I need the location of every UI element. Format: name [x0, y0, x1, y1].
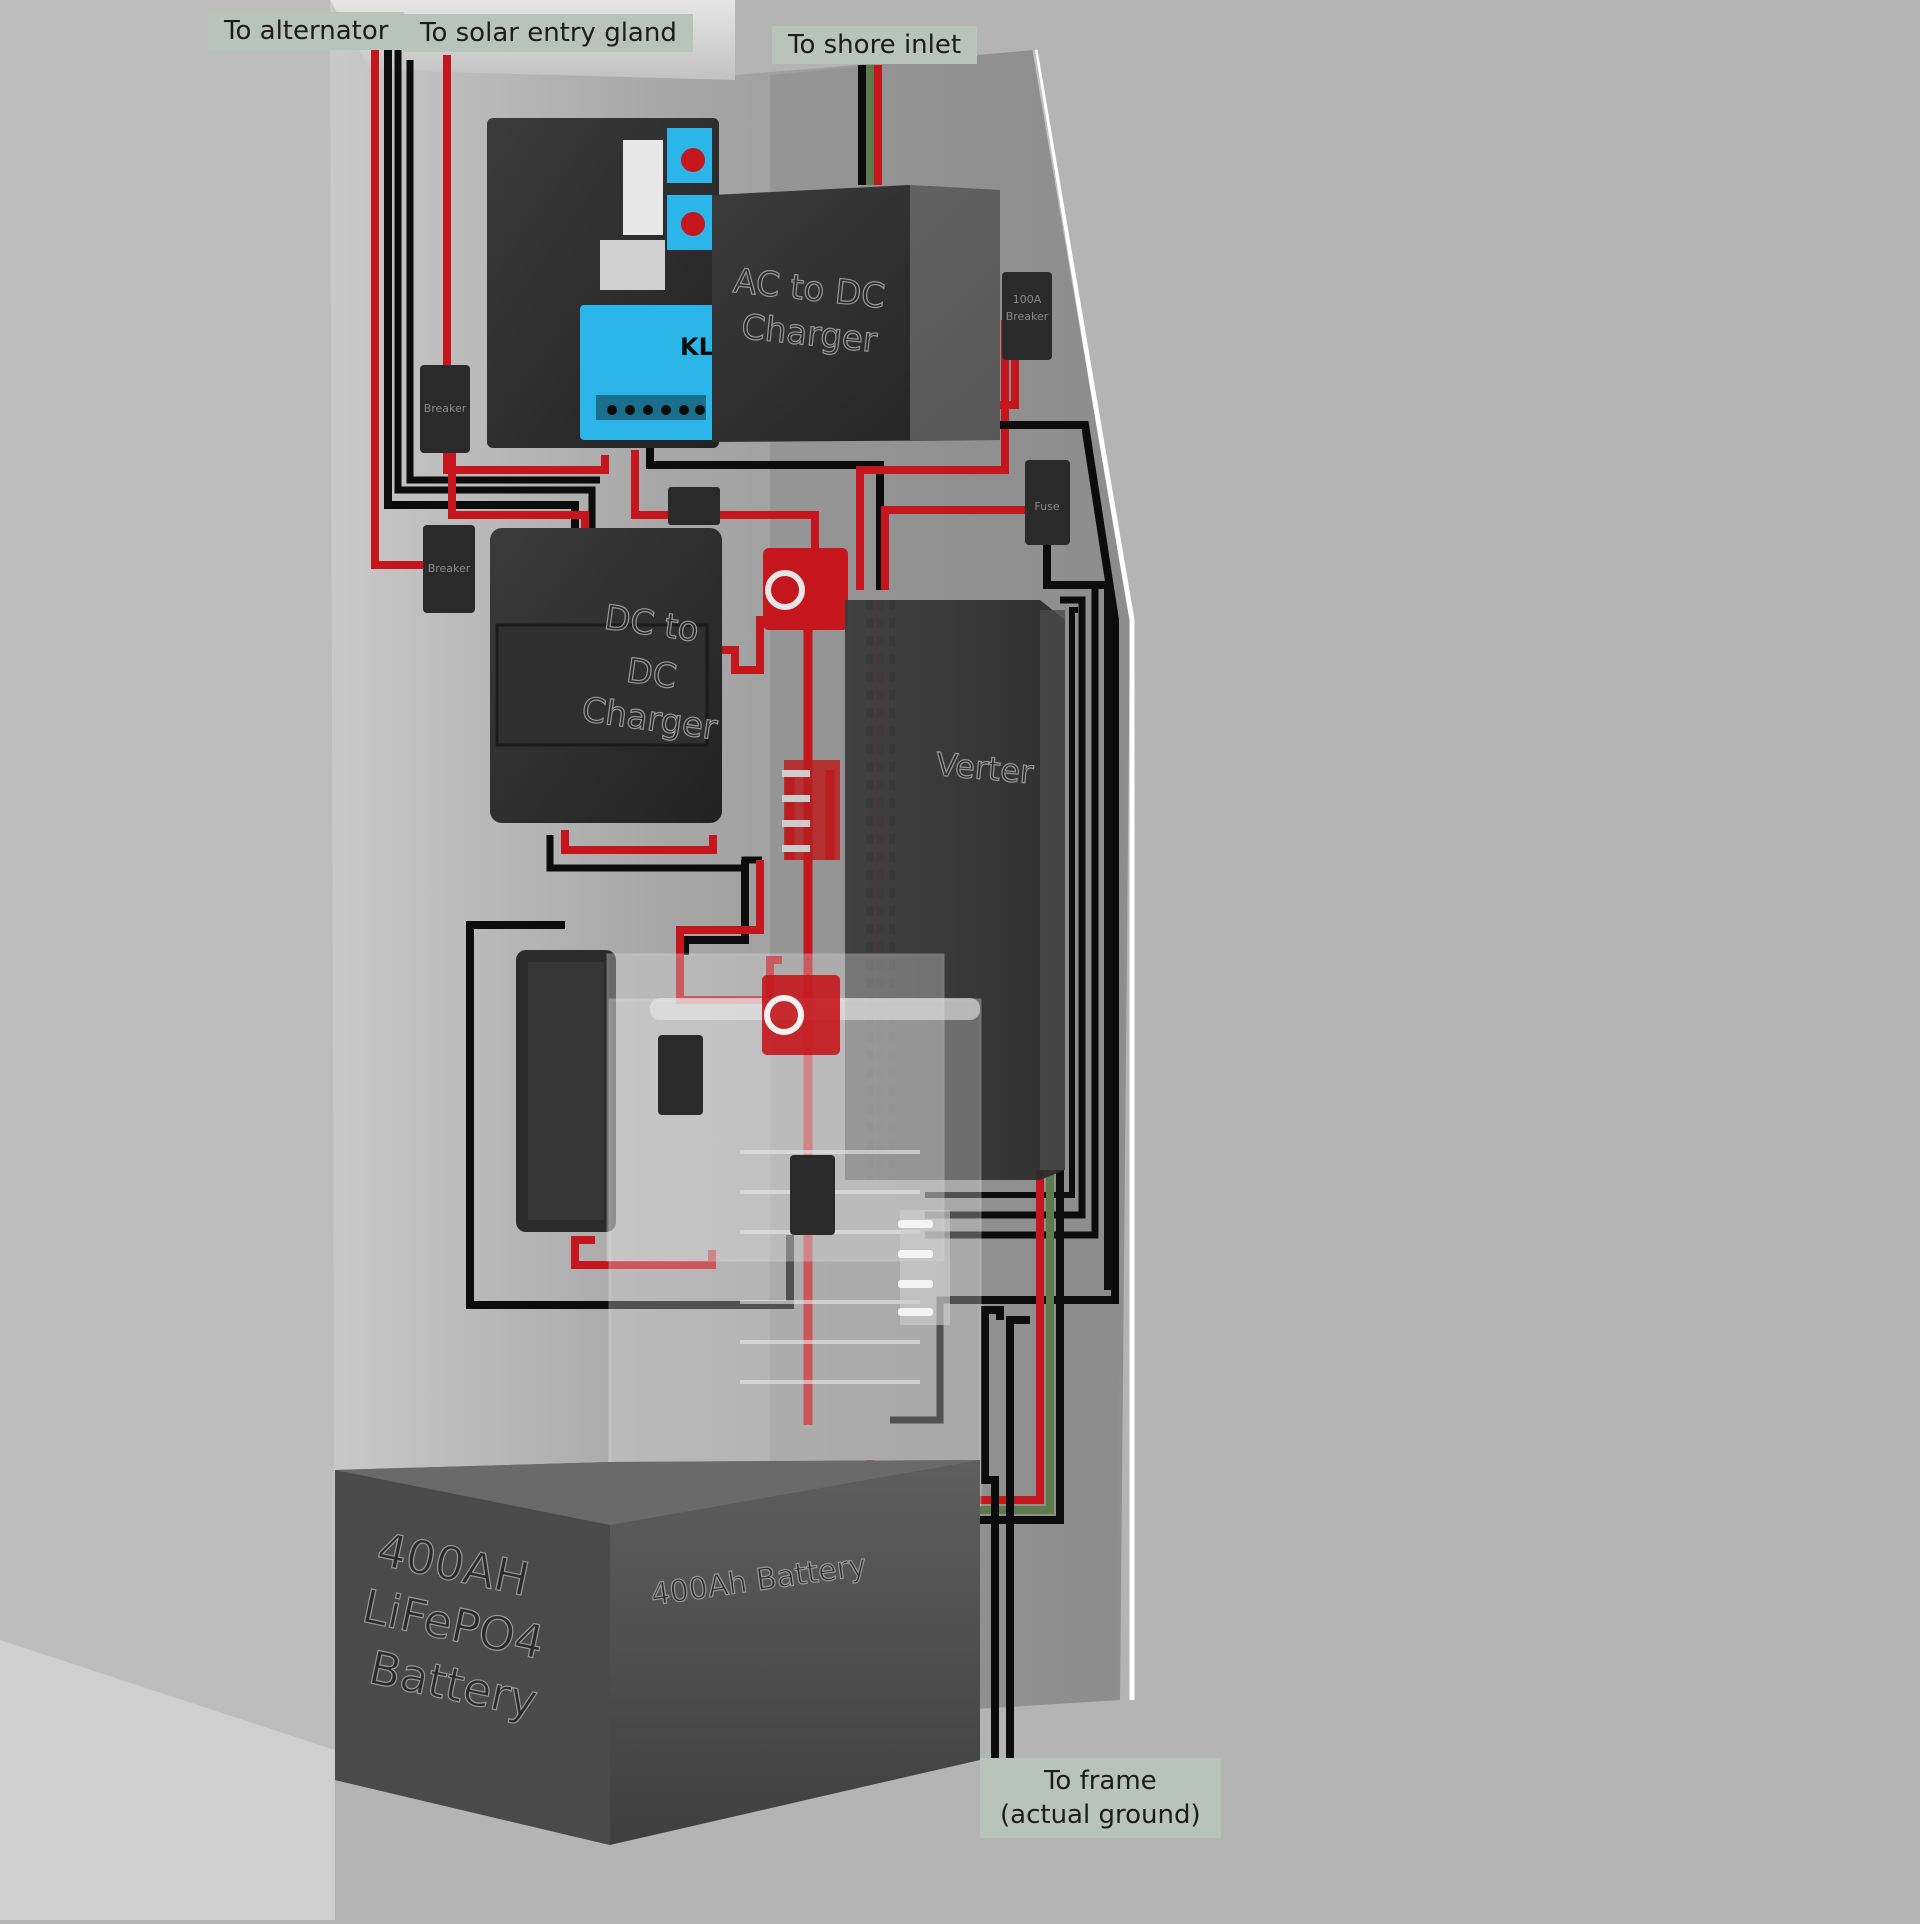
- fuse-label: Fuse: [1034, 500, 1059, 513]
- breaker-solar-label: Breaker: [424, 402, 467, 415]
- callout-frame: To frame (actual ground): [980, 1758, 1221, 1838]
- battery: 400AH LiFePO4 Battery 400Ah Battery: [335, 1460, 980, 1845]
- callout-solar-gland: To solar entry gland: [404, 14, 693, 52]
- wiring-diagram: KL-1 AC to DC Charger 100A Breaker Fuse …: [0, 0, 1920, 1920]
- shunt: [516, 950, 616, 1232]
- breaker-100a-label-2: Breaker: [1006, 310, 1049, 323]
- left-wall: [0, 0, 335, 1750]
- bus-bar-studs: [782, 760, 840, 860]
- breaker-solar: Breaker: [420, 365, 470, 453]
- callout-frame-line-1: To frame: [1043, 1766, 1157, 1796]
- panel-fuse-center: [790, 1155, 835, 1235]
- callout-frame-line-2: (actual ground): [1000, 1800, 1201, 1830]
- dc-dc-charger-label-2: DC: [624, 651, 679, 698]
- fuse: Fuse: [1025, 460, 1070, 545]
- terminal-block-lower: [762, 975, 840, 1055]
- breaker-100a: 100A Breaker: [1002, 272, 1052, 360]
- breaker-dc-output: [668, 487, 720, 525]
- callout-alternator: To alternator: [208, 12, 405, 50]
- panel-breaker-left: [658, 1035, 703, 1115]
- dc-dc-charger: DC to DC Charger: [490, 528, 722, 823]
- ac-dc-charger: AC to DC Charger: [712, 185, 1000, 442]
- breaker-100a-label-1: 100A: [1013, 293, 1042, 306]
- solar-charge-controller: KL-1: [487, 118, 741, 448]
- callout-shore-inlet: To shore inlet: [772, 26, 978, 64]
- breaker-alternator-label: Breaker: [428, 562, 471, 575]
- terminal-block-upper: [763, 548, 848, 630]
- wiring-render: KL-1 AC to DC Charger 100A Breaker Fuse …: [0, 0, 1135, 1920]
- breaker-alternator: Breaker: [423, 525, 475, 613]
